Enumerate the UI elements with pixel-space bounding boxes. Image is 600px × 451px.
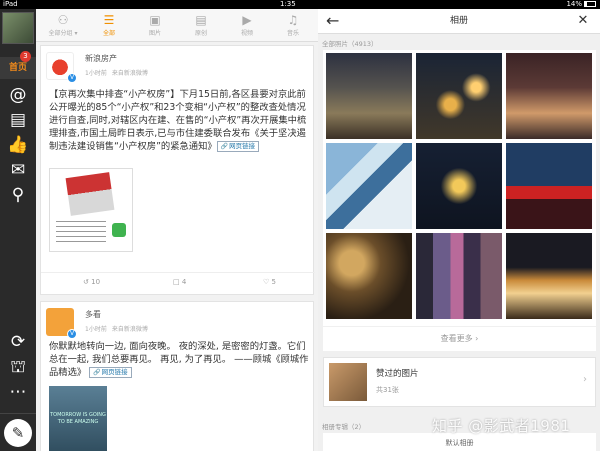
clock: 1:35 bbox=[280, 0, 296, 8]
close-icon[interactable]: ✕ bbox=[574, 11, 592, 31]
battery-status: 14% bbox=[566, 0, 596, 9]
video-icon: ▶ bbox=[242, 13, 252, 27]
like-button[interactable]: ♡ 5 bbox=[263, 278, 276, 286]
tab-music[interactable]: ♫ 音乐 bbox=[270, 9, 316, 42]
at-icon[interactable]: @ bbox=[6, 84, 30, 106]
wechat-icon bbox=[112, 223, 126, 237]
chevron-right-icon: › bbox=[583, 374, 587, 385]
search-icon[interactable]: ⚲ bbox=[6, 184, 30, 206]
liked-photos-row[interactable]: 赞过的图片 共31张 › bbox=[323, 357, 596, 407]
photo-thumbnail[interactable] bbox=[506, 233, 592, 319]
verified-icon: V bbox=[67, 329, 77, 339]
home-unread-badge: 3 bbox=[20, 51, 31, 62]
sidebar-divider bbox=[0, 413, 36, 414]
compose-icon[interactable]: ✎ bbox=[4, 419, 32, 447]
comment-icon: □ bbox=[173, 278, 180, 286]
photo-thumbnail[interactable] bbox=[506, 53, 592, 139]
view-more-button[interactable]: 查看更多 › bbox=[323, 327, 596, 351]
photo-thumbnail[interactable] bbox=[326, 233, 412, 319]
page-title: 相册 bbox=[449, 16, 468, 26]
post-text: 你默默地转向一边, 面向夜晚。 夜的深处, 是密密的灯盏。它们总在一起, 我们总… bbox=[49, 341, 309, 378]
post-image[interactable]: TOMORROW IS GOING TO BE AMAZING bbox=[49, 386, 107, 451]
like-icon: ♡ bbox=[263, 278, 270, 286]
original-icon: ▤ bbox=[195, 13, 207, 27]
group-icon: ⚇ bbox=[57, 13, 69, 27]
photo-thumbnail[interactable] bbox=[506, 143, 592, 229]
post-image[interactable] bbox=[49, 168, 133, 252]
photo-thumbnail[interactable] bbox=[416, 53, 502, 139]
image-icon: ▣ bbox=[149, 13, 161, 27]
web-link[interactable]: 🔗网页链接 bbox=[89, 367, 132, 378]
post-meta: 1小时前 来自新浪微博 bbox=[85, 70, 148, 77]
post-meta: 1小时前 来自新浪微博 bbox=[85, 326, 148, 333]
tab-all[interactable]: ☰ 全部 bbox=[86, 9, 132, 42]
battery-icon bbox=[584, 1, 596, 7]
link-icon: 🔗 bbox=[220, 143, 229, 150]
left-sidebar: 首页 3 @ ▤ 👍 ✉ ⚲ ⟳ ⛫ ⋯ ✎ bbox=[0, 9, 36, 451]
sidebar-item-home[interactable]: 首页 bbox=[0, 57, 36, 79]
tab-original[interactable]: ▤ 原创 bbox=[178, 9, 224, 42]
more-icon[interactable]: ⋯ bbox=[6, 381, 30, 403]
web-link[interactable]: 🔗网页链接 bbox=[216, 141, 260, 152]
repost-button[interactable]: ↺ 10 bbox=[83, 278, 100, 286]
post-author[interactable]: 新浪房产 bbox=[85, 53, 117, 64]
liked-count: 共31张 bbox=[376, 386, 399, 394]
photo-thumbnail[interactable] bbox=[326, 143, 412, 229]
photo-thumbnail[interactable] bbox=[416, 233, 502, 319]
feed-post[interactable]: V 新浪房产 1小时前 来自新浪微博 【京再次集中排查“小产权房”】下月15日前,… bbox=[40, 45, 315, 295]
link-icon: 🔗 bbox=[93, 369, 101, 376]
tab-images[interactable]: ▣ 图片 bbox=[132, 9, 178, 42]
liked-title: 赞过的图片 bbox=[376, 369, 419, 379]
post-author[interactable]: 多看 bbox=[85, 309, 101, 320]
like-icon[interactable]: 👍 bbox=[6, 134, 30, 156]
liked-thumbnail bbox=[329, 363, 367, 401]
post-actions: ↺ 10 □ 4 ♡ 5 bbox=[41, 272, 315, 294]
feed-post[interactable]: V 多看 1小时前 来自新浪微博 你默默地转向一边, 面向夜晚。 夜的深处, 是密… bbox=[40, 301, 314, 451]
tab-groups[interactable]: ⚇ 全部分组 ▾ bbox=[40, 9, 86, 42]
tab-video[interactable]: ▶ 视频 bbox=[224, 9, 270, 42]
album-header: ← 相册 ✕ bbox=[318, 9, 600, 34]
back-arrow-icon[interactable]: ← bbox=[326, 11, 348, 31]
music-icon: ♫ bbox=[287, 13, 299, 27]
photo-thumbnail[interactable] bbox=[326, 53, 412, 139]
watermark: 知乎 @影武者1981 bbox=[432, 417, 571, 435]
verified-icon: V bbox=[67, 73, 77, 83]
feed-tabs: ⚇ 全部分组 ▾ ☰ 全部 ▣ 图片 ▤ 原创 ▶ 视频 ♫ 音乐 bbox=[36, 9, 318, 42]
mail-icon[interactable]: ✉ bbox=[6, 159, 30, 181]
refresh-icon[interactable]: ⟳ bbox=[6, 331, 30, 353]
repost-icon: ↺ bbox=[83, 278, 89, 286]
comment-icon[interactable]: ▤ bbox=[6, 109, 30, 131]
photo-thumbnail[interactable] bbox=[416, 143, 502, 229]
list-icon: ☰ bbox=[103, 13, 115, 27]
album-panel: ← 相册 ✕ 全部照片（4913） 查看更多 › 赞过的图片 共31张 › 相册… bbox=[318, 9, 600, 451]
album-section-label: 相册专辑（2） bbox=[322, 423, 366, 431]
all-photos-label: 全部照片（4913） bbox=[322, 40, 378, 48]
post-text: 【京再次集中排查“小产权房”】下月15日前,各区县要对京此前公开曝光的85个“小… bbox=[49, 89, 307, 152]
theme-icon[interactable]: ⛫ bbox=[6, 356, 30, 378]
user-avatar[interactable] bbox=[2, 12, 34, 44]
device-name: iPad bbox=[3, 0, 18, 8]
comment-button[interactable]: □ 4 bbox=[173, 278, 186, 286]
status-bar: iPad 1:35 14% bbox=[0, 0, 600, 9]
photo-grid bbox=[323, 50, 596, 326]
timeline-panel: ⚇ 全部分组 ▾ ☰ 全部 ▣ 图片 ▤ 原创 ▶ 视频 ♫ 音乐 V 新浪房产 1小时前来… bbox=[36, 9, 318, 451]
